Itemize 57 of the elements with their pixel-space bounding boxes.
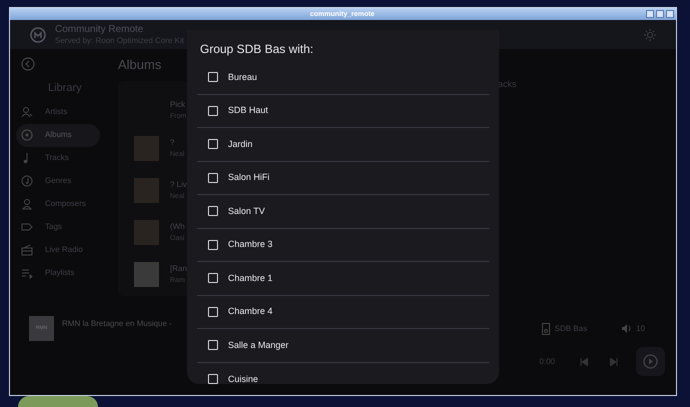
album-title: Pick bbox=[170, 98, 186, 111]
album-cover bbox=[134, 136, 159, 162]
dialog-title: Group SDB Bas with: bbox=[200, 41, 314, 57]
zone-label: Chambre 4 bbox=[228, 305, 273, 318]
album-cover bbox=[134, 178, 159, 204]
checkbox[interactable] bbox=[208, 72, 218, 82]
app-name: Community Remote bbox=[55, 24, 144, 36]
settings-icon bbox=[644, 28, 656, 40]
sidebar-item[interactable]: Live Radio bbox=[16, 238, 100, 262]
album-title: ? bbox=[170, 137, 176, 150]
checkbox[interactable] bbox=[208, 340, 218, 350]
album-title: ? Liv bbox=[170, 179, 187, 192]
zone-name[interactable]: SDB Bas bbox=[554, 322, 588, 334]
album-title: (Wh bbox=[170, 221, 185, 234]
checkbox[interactable] bbox=[208, 306, 218, 317]
zone-label: Salle a Manger bbox=[228, 338, 289, 352]
zone-label: SDB Haut bbox=[228, 104, 268, 117]
sidebar-item[interactable]: Composers bbox=[16, 192, 100, 216]
checkbox[interactable] bbox=[208, 139, 218, 150]
music-circle-icon bbox=[21, 175, 33, 187]
zone-label: Salon HiFi bbox=[228, 171, 270, 184]
album-cover bbox=[134, 220, 159, 246]
zone-label: Jardin bbox=[228, 138, 253, 150]
zone-label: Bureau bbox=[228, 70, 258, 84]
sidebar-item[interactable]: Tracks bbox=[16, 146, 100, 170]
tag-icon bbox=[21, 221, 33, 233]
checkbox[interactable] bbox=[208, 273, 218, 284]
sidebar-item[interactable]: Tags bbox=[16, 216, 100, 238]
radio-icon bbox=[21, 244, 33, 256]
section-title: Albums bbox=[118, 56, 162, 74]
zone-label: Cuisine bbox=[228, 372, 258, 384]
sidebar-item[interactable]: Artists bbox=[16, 100, 100, 124]
volume-level: 10 bbox=[636, 322, 645, 334]
disc-icon bbox=[21, 129, 33, 141]
person-icon bbox=[21, 198, 33, 210]
close-button[interactable] bbox=[666, 10, 674, 18]
playlist-icon bbox=[21, 267, 33, 279]
speaker-icon bbox=[542, 322, 550, 334]
minimize-button[interactable] bbox=[646, 10, 654, 18]
zone-label: Chambre 1 bbox=[228, 272, 273, 284]
sidebar-item[interactable]: Genres bbox=[16, 170, 100, 192]
zone-label: Chambre 3 bbox=[228, 238, 273, 251]
sidebar-item[interactable]: Playlists bbox=[16, 262, 100, 284]
checkbox[interactable] bbox=[208, 106, 218, 116]
person-icon bbox=[21, 106, 33, 118]
album-cover bbox=[134, 262, 159, 288]
checkbox[interactable] bbox=[208, 206, 218, 216]
checkbox[interactable] bbox=[208, 240, 218, 250]
sidebar-item[interactable]: Albums bbox=[16, 124, 100, 146]
zone-label: Salon TV bbox=[228, 204, 265, 218]
maximize-button[interactable] bbox=[656, 10, 664, 18]
album-title: [Ran bbox=[170, 263, 187, 276]
logo-icon bbox=[30, 26, 46, 42]
now-playing-title: RMN la Bretagne en Musique - bbox=[62, 318, 172, 330]
checkbox[interactable] bbox=[208, 374, 218, 384]
play-icon bbox=[643, 354, 658, 369]
checkbox[interactable] bbox=[208, 172, 218, 183]
